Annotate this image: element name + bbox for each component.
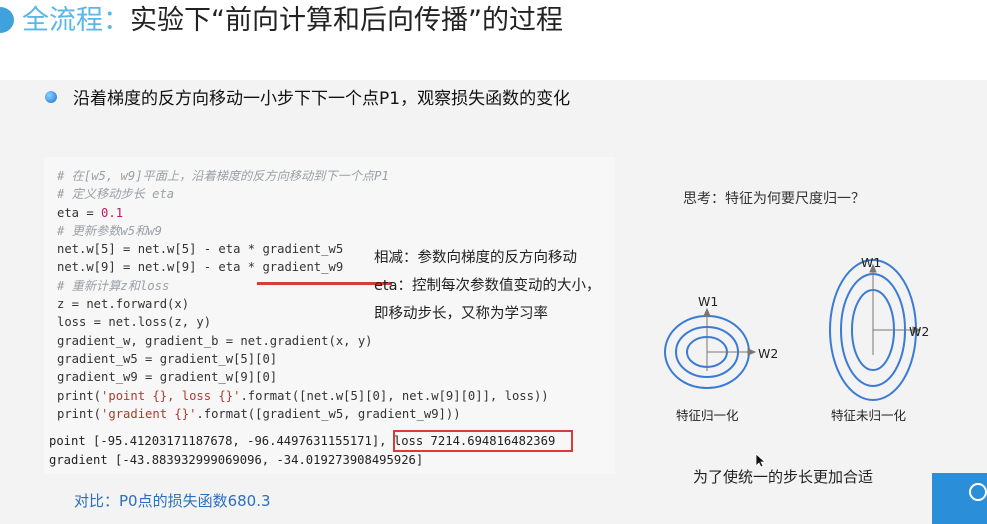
contour-diagram-svg: [664, 259, 922, 401]
normalization-diagram: W1 W2 特征归一化 W1 W2 特征未归一化: [650, 245, 940, 430]
right-axis-w2-label: W2: [909, 324, 930, 339]
code-line: gradient_w, gradient_b = net.gradient(x,…: [57, 332, 549, 350]
code-token: loss = net.loss(z, y): [57, 315, 212, 330]
code-token: 0.1: [101, 205, 124, 220]
code-token: net.w[5] = net.w[5] - eta * gradient_w5: [57, 242, 344, 257]
code-line: print('point {}, loss {}'.format([net.w[…: [57, 387, 549, 405]
code-token: eta =: [57, 205, 102, 220]
code-token: # 在[w5, w9]平面上，沿着梯度的反方向移动到下一个点P1: [57, 169, 389, 183]
code-token: gradient_w9 = gradient_w[9][0]: [57, 370, 278, 385]
code-token: z = net.forward(x): [57, 297, 190, 312]
highlight-underline: [257, 282, 392, 285]
code-token: # 重新计算z和loss: [57, 278, 170, 293]
bullet-icon: [45, 91, 57, 103]
corner-circle-icon: [969, 483, 987, 501]
right-caption: 特征未归一化: [831, 408, 907, 423]
left-axis-w1-label: W1: [698, 294, 719, 309]
compare-text: 对比：P0点的损失函数680.3: [74, 492, 271, 510]
title-main: 实验下“前向计算和后向传播”的过程: [130, 5, 563, 36]
code-token: print(: [57, 388, 102, 403]
left-caption: 特征归一化: [676, 408, 739, 423]
conclusion-text: 为了使统一的步长更加合适: [693, 468, 874, 486]
annotation-line-2: eta：控制每次参数值变动的大小，: [374, 278, 601, 294]
right-axis-w1-label: W1: [861, 255, 882, 270]
title-bar: 全流程：实验下“前向计算和后向传播”的过程: [0, 0, 987, 60]
code-line: # 在[w5, w9]平面上，沿着梯度的反方向移动到下一个点P1: [57, 167, 549, 185]
title-highlight: 全流程：: [22, 5, 130, 36]
left-axis-w2-label: W2: [758, 346, 779, 361]
annotation-line-1: 相减：参数向梯度的反方向移动: [374, 250, 577, 266]
code-token: .format([gradient_w5, gradient_w9])): [196, 406, 461, 421]
code-token: # 定义移动步长 eta: [57, 187, 175, 202]
code-token: 'point {}, loss {}': [101, 388, 241, 403]
code-token: gradient_w5 = gradient_w[5][0]: [57, 351, 278, 366]
output-point-text: point [-95.41203171187678, -96.449763115…: [49, 434, 394, 448]
page-title: 全流程：实验下“前向计算和后向传播”的过程: [22, 4, 563, 38]
unnormalized-axes: [869, 263, 922, 355]
code-line: gradient_w9 = gradient_w[9][0]: [57, 368, 549, 386]
annotation-text: 相减：参数向梯度的反方向移动 eta：控制每次参数值变动的大小， 即移动步长，又…: [374, 244, 601, 328]
code-token: .format([net.w[5][0], net.w[9][0]], loss…: [240, 388, 549, 403]
code-line: eta = 0.1: [57, 204, 549, 222]
title-accent-mark: [0, 7, 14, 33]
code-line: # 定义移动步长 eta: [57, 185, 549, 203]
code-token: net.w[9] = net.w[9] - eta * gradient_w9: [57, 260, 344, 275]
loss-highlight-box: [393, 430, 573, 452]
annotation-line-3: 即移动步长，又称为学习率: [374, 306, 548, 322]
code-line: gradient_w5 = gradient_w[5][0]: [57, 350, 549, 368]
code-token: 'gradient {}': [101, 406, 197, 421]
code-token: gradient_w, gradient_b = net.gradient(x,…: [57, 333, 373, 348]
mouse-cursor-icon: [756, 454, 766, 468]
code-token: print(: [57, 406, 102, 421]
code-line: # 更新参数w5和w9: [57, 222, 549, 240]
bullet-text: 沿着梯度的反方向移动一小步下下一个点P1，观察损失函数的变化: [73, 89, 571, 109]
corner-widget[interactable]: [932, 473, 987, 524]
code-token: # 更新参数w5和w9: [57, 223, 162, 238]
think-question: 思考：特征为何要尺度归一？: [683, 191, 865, 207]
output-gradient-line: gradient [-43.883932999069096, -34.01927…: [49, 453, 424, 467]
code-line: print('gradient {}'.format([gradient_w5,…: [57, 405, 549, 423]
